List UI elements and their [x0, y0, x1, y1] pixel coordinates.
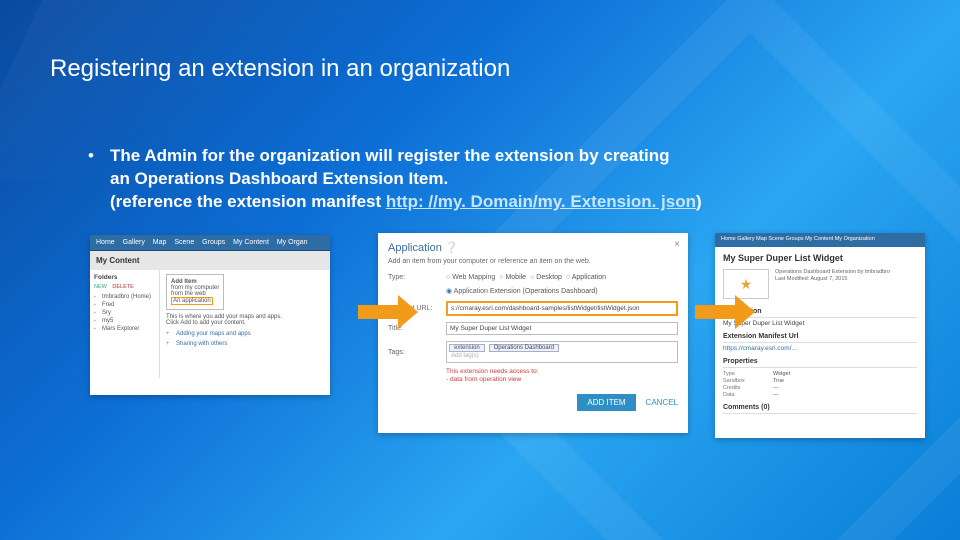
prop-row: Data— — [723, 391, 917, 398]
add-item-button[interactable]: ADD ITEM — [577, 394, 635, 411]
bullet-l1: The Admin for the organization will regi… — [110, 146, 670, 165]
tag-placeholder: Add tag(s) — [449, 352, 675, 360]
tag-chip[interactable]: extension — [449, 344, 485, 352]
dialog-title: Application — [388, 242, 442, 254]
nav-item[interactable]: Gallery — [123, 239, 145, 246]
folders-pane: Folders NEW DELETE tmbradbro (Home) Fred… — [90, 270, 160, 378]
prop-row: Credits— — [723, 384, 917, 391]
manifest-heading: Extension Manifest Url — [723, 333, 917, 340]
type-radio-selected[interactable]: Application Extension (Operations Dashbo… — [446, 287, 598, 295]
folder-item[interactable]: Mars Explorer — [94, 325, 155, 333]
new-folder-button[interactable]: NEW — [94, 284, 107, 290]
folder-item[interactable]: my5 — [94, 317, 155, 325]
dialog-sub: Add an item from your computer or refere… — [378, 258, 688, 271]
folder-item[interactable]: Fred — [94, 301, 155, 309]
nav-item[interactable]: Groups — [202, 239, 225, 246]
type-label: Type: — [388, 274, 446, 281]
cancel-button[interactable]: CANCEL — [646, 398, 678, 407]
perm-item: - data from operation view — [446, 376, 521, 383]
help-icon[interactable]: ❔ — [445, 242, 459, 254]
prop-row: TypeWidget — [723, 370, 917, 377]
slide: Registering an extension in an organizat… — [0, 0, 960, 540]
top-nav: Home Gallery Map Scene Groups My Content… — [90, 235, 330, 251]
breadcrumb: Home Gallery Map Scene Groups My Content… — [715, 233, 925, 245]
tip-link[interactable]: Adding your maps and apps — [166, 329, 324, 339]
tag-chip[interactable]: Operations Dashboard — [489, 344, 559, 352]
props-heading: Properties — [723, 358, 917, 365]
nav-item[interactable]: Map — [153, 239, 167, 246]
application-dialog: × Application❔ Add an item from your com… — [378, 233, 688, 433]
permissions-note: This extension needs access to: - data f… — [446, 368, 678, 384]
manifest-url-input[interactable]: s://cmaray.esri.com/dashboard-samples/li… — [446, 301, 678, 316]
item-type-owner: Operations Dashboard Extension by tmbrad… — [775, 269, 890, 276]
tip-link[interactable]: Sharing with others — [166, 339, 324, 349]
content-area: Add Item from my computer from the web A… — [160, 270, 330, 378]
bullet-l2: an Operations Dashboard Extension Item. — [110, 169, 448, 188]
comments-heading: Comments (0) — [723, 404, 917, 411]
folders-heading: Folders — [94, 274, 155, 281]
tags-label: Tags: — [388, 349, 446, 356]
screenshots-row: Home Gallery Map Scene Groups My Content… — [90, 235, 900, 445]
prop-row: SandboxTrue — [723, 377, 917, 384]
folder-item[interactable]: tmbradbro (Home) — [94, 293, 155, 301]
folder-item[interactable]: Sry — [94, 309, 155, 317]
bullet-text: The Admin for the organization will regi… — [110, 145, 790, 214]
nav-item[interactable]: My Organ — [277, 239, 308, 246]
add-item-menu[interactable]: Add Item from my computer from the web A… — [166, 274, 224, 310]
nav-item[interactable]: Home — [96, 239, 115, 246]
nav-item[interactable]: Scene — [174, 239, 194, 246]
add-opt-application[interactable]: An application — [171, 297, 213, 305]
delete-folder-button[interactable]: DELETE — [112, 284, 133, 290]
my-content-screenshot: Home Gallery Map Scene Groups My Content… — [90, 235, 330, 395]
title-input[interactable]: My Super Duper List Widget — [446, 322, 678, 335]
item-modified: Last Modified: August 7, 2015 — [775, 276, 890, 283]
type-radio[interactable]: Application — [566, 274, 606, 281]
bullet-l3a: (reference the extension manifest — [110, 192, 386, 211]
widget-icon: ★ — [740, 276, 753, 293]
item-details-screenshot: Home Gallery Map Scene Groups My Content… — [715, 233, 925, 438]
type-radio[interactable]: Web Mapping — [446, 274, 495, 281]
nav-item[interactable]: My Content — [233, 239, 269, 246]
slide-title: Registering an extension in an organizat… — [50, 55, 510, 83]
bullet-l3b: ) — [696, 192, 702, 211]
type-radio[interactable]: Mobile — [499, 274, 526, 281]
close-icon[interactable]: × — [674, 239, 680, 250]
item-meta: Operations Dashboard Extension by tmbrad… — [775, 269, 890, 299]
type-radio[interactable]: Desktop — [530, 274, 562, 281]
perm-title: This extension needs access to: — [446, 368, 539, 375]
item-title: My Super Duper List Widget — [715, 247, 925, 267]
manifest-link[interactable]: http: //my. Domain/my. Extension. json — [386, 192, 696, 211]
tab-mycontent[interactable]: My Content — [96, 256, 140, 265]
tags-input[interactable]: extension Operations Dashboard Add tag(s… — [446, 341, 678, 363]
manifest-url[interactable]: https://cmaray.esri.com/... — [723, 345, 917, 352]
empty-hint: Click Add to add your content. — [166, 320, 324, 326]
